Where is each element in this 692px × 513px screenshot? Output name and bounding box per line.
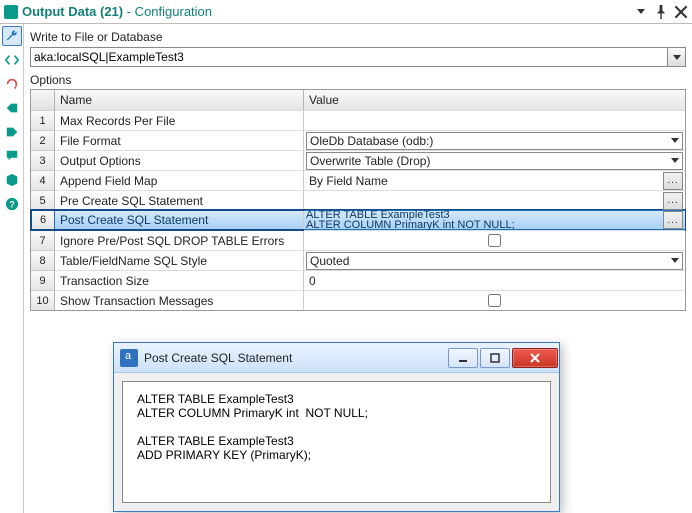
option-name: Table/FieldName SQL Style xyxy=(55,250,304,270)
option-value[interactable]: Overwrite Table (Drop) xyxy=(304,150,685,170)
tool-code-icon[interactable] xyxy=(2,50,22,70)
table-row[interactable]: 6Post Create SQL StatementALTER TABLE Ex… xyxy=(31,210,685,230)
dialog-titlebar[interactable]: Post Create SQL Statement xyxy=(114,343,559,373)
tool-tag-left-icon[interactable] xyxy=(2,98,22,118)
table-row[interactable]: 7Ignore Pre/Post SQL DROP TABLE Errors xyxy=(31,230,685,250)
tool-comment-icon[interactable] xyxy=(2,146,22,166)
option-name: Append Field Map xyxy=(55,170,304,190)
option-value[interactable] xyxy=(304,230,685,250)
title-suffix: - Configuration xyxy=(123,4,212,19)
connection-input[interactable] xyxy=(30,47,668,67)
option-name: Output Options xyxy=(55,150,304,170)
tool-wrench-icon[interactable] xyxy=(2,26,22,46)
sql-textarea[interactable] xyxy=(122,381,551,503)
table-row[interactable]: 8Table/FieldName SQL StyleQuoted xyxy=(31,250,685,270)
select-box[interactable]: Quoted xyxy=(306,252,683,270)
dialog-close-button[interactable] xyxy=(512,348,558,368)
row-number: 5 xyxy=(31,190,55,210)
table-row[interactable]: 4Append Field MapBy Field Name... xyxy=(31,170,685,190)
table-row[interactable]: 10Show Transaction Messages xyxy=(31,290,685,310)
option-value[interactable] xyxy=(304,110,685,130)
tool-tag-right-icon[interactable] xyxy=(2,122,22,142)
tool-icon xyxy=(4,5,18,19)
table-row[interactable]: 2File FormatOleDb Database (odb:) xyxy=(31,130,685,150)
row-number: 4 xyxy=(31,170,55,190)
table-row[interactable]: 9Transaction Size0 xyxy=(31,270,685,290)
row-number: 6 xyxy=(31,210,55,230)
tool-cube-icon[interactable] xyxy=(2,170,22,190)
vertical-toolbar: ? xyxy=(0,24,24,513)
option-name: Post Create SQL Statement xyxy=(55,210,304,230)
option-value[interactable]: ALTER TABLE ExampleTest3 ALTER COLUMN Pr… xyxy=(304,210,685,230)
option-value[interactable] xyxy=(304,290,685,310)
grid-header: Name Value xyxy=(31,90,685,110)
row-number: 3 xyxy=(31,150,55,170)
pin-icon[interactable] xyxy=(654,5,668,19)
sql-editor-dialog: Post Create SQL Statement xyxy=(113,342,560,512)
ellipsis-button[interactable]: ... xyxy=(663,192,683,210)
dialog-maximize-button[interactable] xyxy=(480,348,510,368)
row-number: 10 xyxy=(31,290,55,310)
table-row[interactable]: 3Output OptionsOverwrite Table (Drop) xyxy=(31,150,685,170)
options-label: Options xyxy=(30,73,686,87)
connection-label: Write to File or Database xyxy=(30,30,686,44)
row-number: 1 xyxy=(31,110,55,130)
option-name: Pre Create SQL Statement xyxy=(55,190,304,210)
row-number: 2 xyxy=(31,130,55,150)
table-row[interactable]: 1Max Records Per File xyxy=(31,110,685,130)
tool-name: Output Data (21) xyxy=(22,4,123,19)
connection-dropdown-button[interactable] xyxy=(668,47,686,67)
window-titlebar: Output Data (21) - Configuration xyxy=(0,0,692,24)
row-number: 8 xyxy=(31,250,55,270)
option-name: Ignore Pre/Post SQL DROP TABLE Errors xyxy=(55,230,304,250)
option-name: Max Records Per File xyxy=(55,110,304,130)
chevron-down-icon xyxy=(671,258,679,263)
dialog-app-icon xyxy=(120,349,138,367)
col-value-header[interactable]: Value xyxy=(304,90,685,110)
dialog-title: Post Create SQL Statement xyxy=(144,351,292,365)
chevron-down-icon xyxy=(671,158,679,163)
option-value[interactable]: OleDb Database (odb:) xyxy=(304,130,685,150)
dropdown-icon[interactable] xyxy=(634,5,648,19)
select-box[interactable]: Overwrite Table (Drop) xyxy=(306,152,683,170)
tool-refresh-icon[interactable] xyxy=(2,74,22,94)
close-icon[interactable] xyxy=(674,5,688,19)
col-name-header[interactable]: Name xyxy=(55,90,304,110)
ellipsis-button[interactable]: ... xyxy=(663,172,683,190)
option-value[interactable]: By Field Name... xyxy=(304,170,685,190)
option-name: File Format xyxy=(55,130,304,150)
ellipsis-button[interactable]: ... xyxy=(663,211,683,229)
svg-text:?: ? xyxy=(9,200,14,210)
option-value[interactable]: Quoted xyxy=(304,250,685,270)
table-row[interactable]: 5Pre Create SQL Statement... xyxy=(31,190,685,210)
checkbox[interactable] xyxy=(488,294,501,307)
select-box[interactable]: OleDb Database (odb:) xyxy=(306,132,683,150)
checkbox[interactable] xyxy=(488,234,501,247)
chevron-down-icon xyxy=(671,138,679,143)
options-grid: Name Value 1Max Records Per File2File Fo… xyxy=(30,89,686,311)
row-number: 9 xyxy=(31,270,55,290)
option-value[interactable]: ... xyxy=(304,190,685,210)
window-title: Output Data (21) - Configuration xyxy=(22,4,212,19)
option-name: Transaction Size xyxy=(55,270,304,290)
dialog-minimize-button[interactable] xyxy=(448,348,478,368)
option-name: Show Transaction Messages xyxy=(55,290,304,310)
row-number: 7 xyxy=(31,230,55,250)
option-value[interactable]: 0 xyxy=(304,270,685,290)
tool-help-icon[interactable]: ? xyxy=(2,194,22,214)
col-rownum-header xyxy=(31,90,55,110)
